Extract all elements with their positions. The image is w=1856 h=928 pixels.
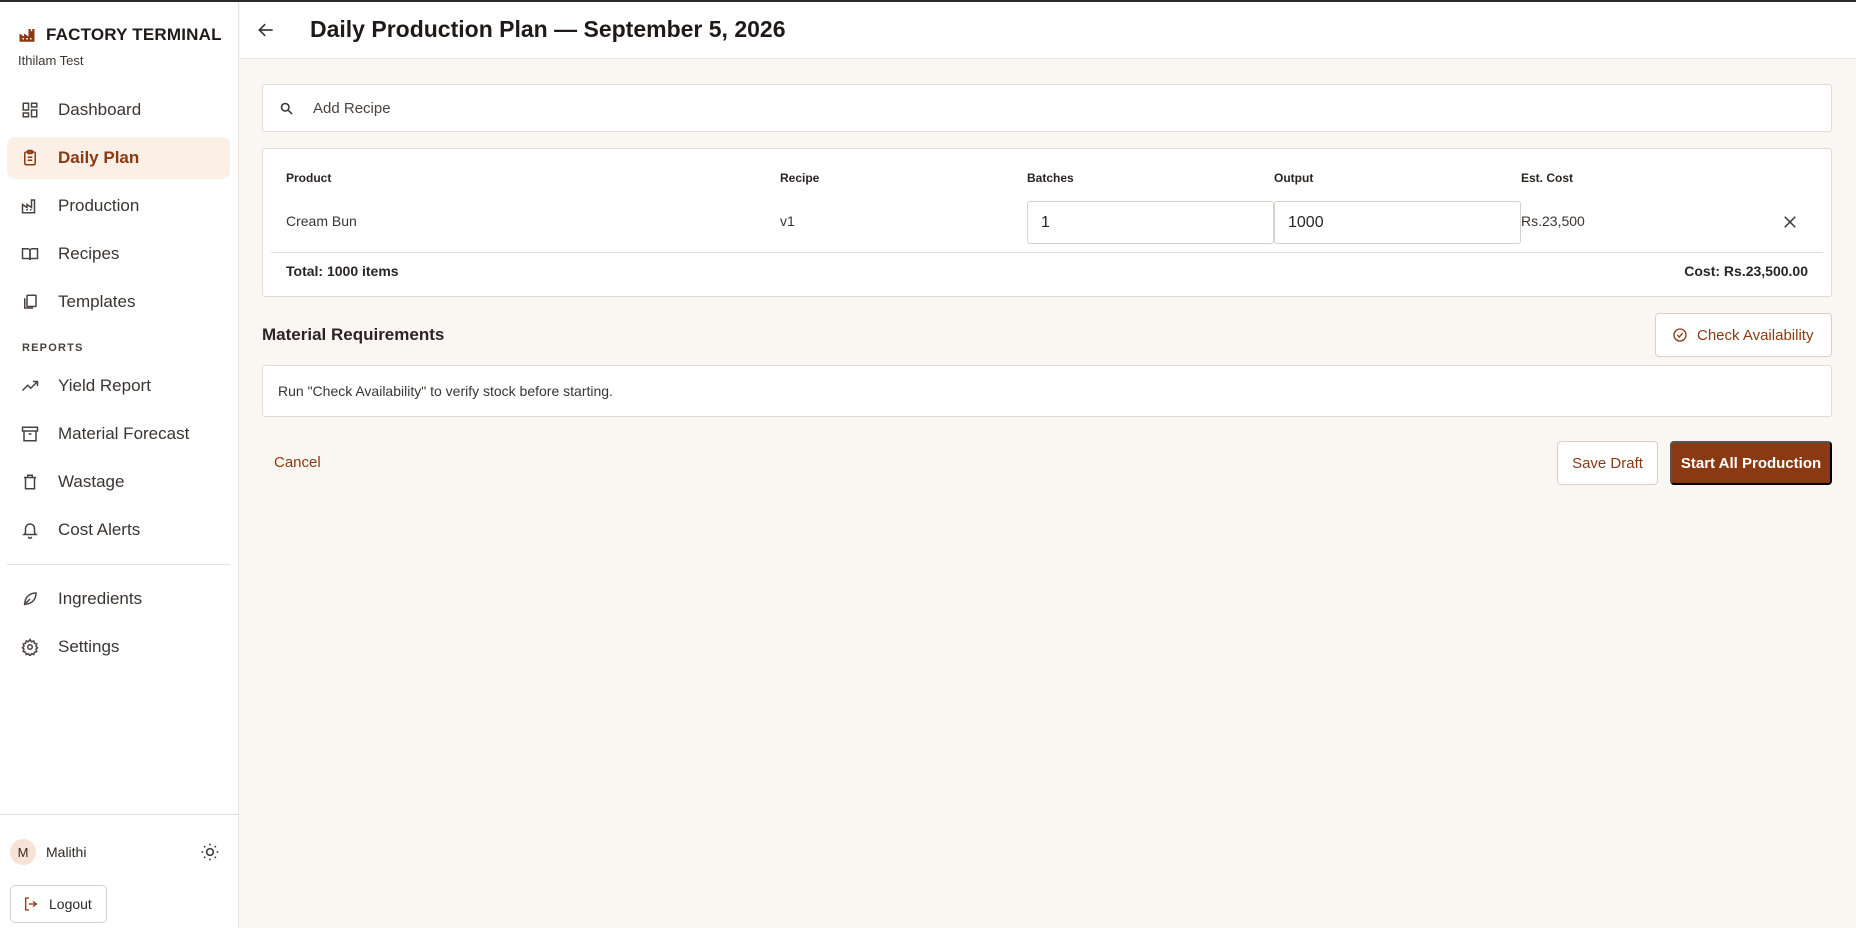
close-icon[interactable] bbox=[1781, 213, 1799, 231]
total-cost: Cost: Rs.23,500.00 bbox=[1684, 263, 1808, 279]
sun-icon[interactable] bbox=[200, 842, 220, 862]
brand-subtitle: Ithilam Test bbox=[18, 53, 84, 68]
material-requirements-title: Material Requirements bbox=[262, 325, 445, 344]
sidebar-item-production[interactable]: Production bbox=[7, 185, 230, 227]
recipe-cell: v1 bbox=[780, 213, 795, 229]
sidebar-item-material-forecast[interactable]: Material Forecast bbox=[7, 413, 230, 455]
sidebar: FACTORY TERMINAL Ithilam Test Dashboard … bbox=[0, 2, 239, 928]
dashboard-icon bbox=[21, 101, 39, 119]
user-name: Malithi bbox=[46, 844, 87, 860]
logout-button[interactable]: Logout bbox=[10, 885, 107, 923]
sidebar-item-label: Production bbox=[58, 196, 140, 215]
logout-label: Logout bbox=[49, 896, 92, 912]
sidebar-item-yield-report[interactable]: Yield Report bbox=[7, 365, 230, 407]
sidebar-item-label: Dashboard bbox=[58, 100, 142, 119]
est-cost-cell: Rs.23,500 bbox=[1521, 213, 1585, 229]
sidebar-item-wastage[interactable]: Wastage bbox=[7, 461, 230, 503]
sidebar-divider bbox=[7, 564, 230, 565]
copy-icon bbox=[21, 293, 39, 311]
column-header-product: Product bbox=[286, 171, 332, 185]
header: Daily Production Plan — September 5, 202… bbox=[240, 2, 1856, 59]
check-availability-button[interactable]: Check Availability bbox=[1655, 313, 1832, 357]
sidebar-item-label: Recipes bbox=[58, 244, 120, 263]
sidebar-item-label: Wastage bbox=[58, 472, 125, 491]
sidebar-item-recipes[interactable]: Recipes bbox=[7, 233, 230, 275]
sidebar-footer-divider bbox=[0, 814, 239, 815]
total-items: Total: 1000 items bbox=[286, 263, 399, 279]
sidebar-item-templates[interactable]: Templates bbox=[7, 281, 230, 323]
save-draft-button[interactable]: Save Draft bbox=[1557, 441, 1658, 485]
sidebar-item-label: Ingredients bbox=[58, 589, 143, 608]
page-title: Daily Production Plan — September 5, 202… bbox=[310, 16, 786, 42]
sidebar-item-label: Settings bbox=[58, 637, 120, 656]
column-header-output: Output bbox=[1274, 171, 1314, 185]
column-header-recipe: Recipe bbox=[780, 171, 820, 185]
sidebar-item-daily-plan[interactable]: Daily Plan bbox=[7, 137, 230, 179]
sidebar-item-cost-alerts[interactable]: Cost Alerts bbox=[7, 509, 230, 551]
reports-section-label: REPORTS bbox=[22, 342, 84, 354]
brand: FACTORY TERMINAL bbox=[18, 25, 222, 45]
archive-icon bbox=[21, 425, 39, 443]
column-header-est-cost: Est. Cost bbox=[1521, 171, 1574, 185]
sidebar-item-label: Cost Alerts bbox=[58, 520, 141, 539]
gear-icon bbox=[21, 638, 39, 656]
column-header-batches: Batches bbox=[1027, 171, 1074, 185]
check-circle-icon bbox=[1672, 327, 1688, 343]
logout-icon bbox=[23, 896, 39, 912]
trending-up-icon bbox=[21, 377, 39, 395]
search-icon bbox=[279, 101, 294, 116]
trash-icon bbox=[21, 473, 39, 491]
material-info-message: Run "Check Availability" to verify stock… bbox=[262, 365, 1832, 417]
sidebar-item-settings[interactable]: Settings bbox=[7, 626, 230, 668]
user-row: M Malithi bbox=[10, 838, 220, 866]
factory-icon bbox=[21, 197, 39, 215]
row-divider bbox=[271, 252, 1823, 253]
start-all-production-button[interactable]: Start All Production bbox=[1670, 441, 1832, 485]
bell-icon bbox=[21, 521, 39, 539]
arrow-left-icon[interactable] bbox=[256, 20, 276, 40]
sidebar-item-dashboard[interactable]: Dashboard bbox=[7, 89, 230, 131]
batches-input[interactable] bbox=[1027, 201, 1274, 244]
add-recipe-input[interactable] bbox=[313, 85, 1813, 131]
clipboard-icon bbox=[21, 149, 39, 167]
book-icon bbox=[21, 245, 39, 263]
avatar: M bbox=[10, 839, 36, 865]
sidebar-item-ingredients[interactable]: Ingredients bbox=[7, 578, 230, 620]
sidebar-item-label: Templates bbox=[58, 292, 136, 311]
output-input[interactable] bbox=[1274, 201, 1521, 244]
check-availability-label: Check Availability bbox=[1697, 326, 1814, 344]
sidebar-item-label: Material Forecast bbox=[58, 424, 190, 443]
add-recipe-search bbox=[262, 84, 1832, 132]
cancel-button[interactable]: Cancel bbox=[274, 454, 321, 471]
product-cell: Cream Bun bbox=[286, 213, 357, 229]
plan-table: Product Recipe Batches Output Est. Cost … bbox=[262, 148, 1832, 297]
leaf-icon bbox=[21, 590, 39, 608]
factory-icon bbox=[18, 26, 36, 44]
sidebar-item-label: Daily Plan bbox=[58, 148, 140, 167]
brand-title: FACTORY TERMINAL bbox=[46, 25, 222, 44]
sidebar-item-label: Yield Report bbox=[58, 376, 151, 395]
